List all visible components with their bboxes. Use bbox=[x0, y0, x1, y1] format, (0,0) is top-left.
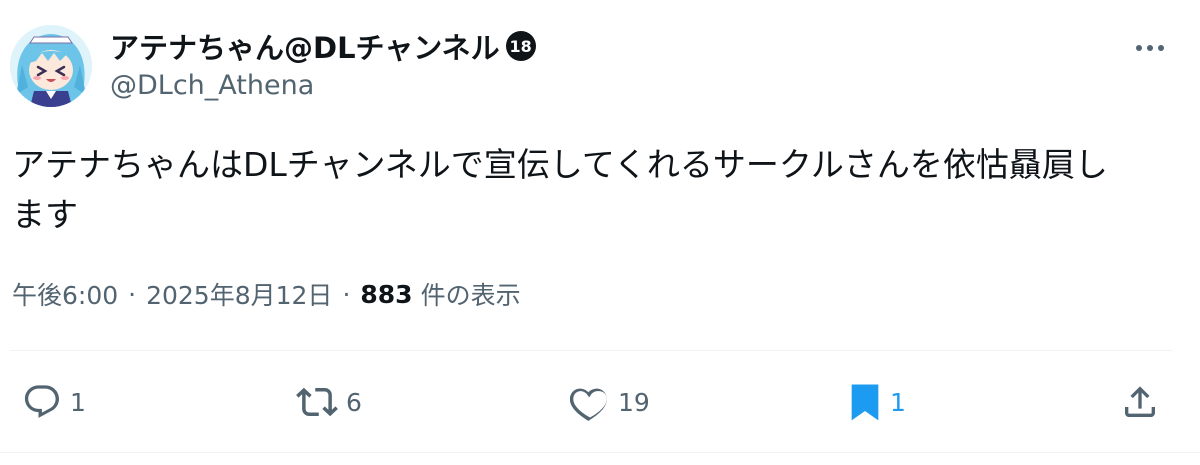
post-text: アテナちゃんはDLチャンネルで宣伝してくれるサークルさんを依怙贔屓し ます bbox=[12, 140, 1182, 240]
share-button[interactable] bbox=[1120, 372, 1160, 432]
action-bar: 1 6 19 1 bbox=[0, 372, 1200, 432]
meta-separator: · bbox=[342, 279, 351, 309]
repost-button[interactable]: 6 bbox=[296, 372, 362, 432]
post: アテナちゃん@DLチャンネル 18 @DLch_Athena アテナちゃんはDL… bbox=[0, 0, 1200, 465]
reply-icon bbox=[24, 385, 60, 418]
heart-icon bbox=[570, 388, 607, 421]
anime-girl-avatar-icon bbox=[10, 25, 92, 107]
like-count: 19 bbox=[618, 387, 650, 417]
post-text-line: アテナちゃんはDLチャンネルで宣伝してくれるサークルさんを依怙贔屓し bbox=[12, 145, 1108, 184]
views-label: 件の表示 bbox=[420, 281, 521, 310]
more-options-icon[interactable] bbox=[1132, 36, 1168, 60]
share-icon bbox=[1125, 386, 1155, 417]
post-date[interactable]: 2025年8月12日 bbox=[146, 276, 332, 312]
reply-button[interactable]: 1 bbox=[22, 372, 86, 432]
views-count: 883 bbox=[360, 279, 413, 309]
post-text-line: ます bbox=[12, 195, 78, 234]
like-button[interactable]: 19 bbox=[570, 372, 650, 432]
bottom-divider bbox=[0, 452, 1200, 453]
avatar[interactable] bbox=[10, 25, 92, 107]
meta-separator: · bbox=[128, 279, 137, 309]
display-name-row: アテナちゃん@DLチャンネル 18 bbox=[110, 26, 536, 66]
bookmark-button[interactable]: 1 bbox=[848, 372, 906, 432]
display-name[interactable]: アテナちゃん@DLチャンネル bbox=[110, 25, 500, 67]
bookmark-icon bbox=[851, 384, 879, 421]
post-meta: 午後6:00 · 2025年8月12日 · 883 件の表示 bbox=[12, 276, 521, 312]
repost-count: 6 bbox=[346, 387, 362, 417]
post-time[interactable]: 午後6:00 bbox=[12, 276, 118, 312]
bookmark-count: 1 bbox=[890, 387, 906, 417]
author-info: アテナちゃん@DLチャンネル 18 @DLch_Athena bbox=[110, 26, 536, 101]
handle[interactable]: @DLch_Athena bbox=[110, 70, 536, 101]
reply-count: 1 bbox=[70, 387, 86, 417]
divider bbox=[10, 350, 1172, 351]
age-badge: 18 bbox=[505, 31, 536, 61]
repost-icon bbox=[296, 387, 338, 417]
